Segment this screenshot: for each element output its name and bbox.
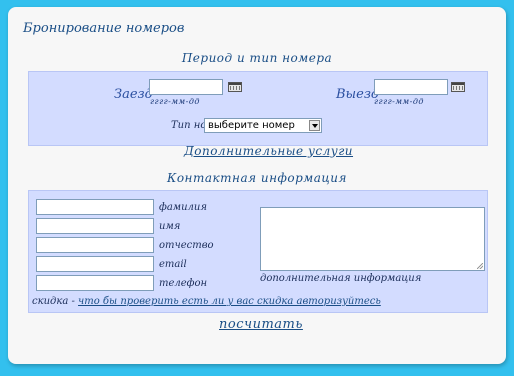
additional-info-textarea[interactable] (260, 207, 485, 271)
patronymic-field[interactable] (36, 237, 154, 253)
page-title: Бронирование номеров (23, 21, 185, 36)
discount-prefix: скидка - (32, 296, 75, 307)
checkout-label: Выезд (336, 87, 380, 102)
room-type-value: выберите номер (208, 120, 295, 131)
checkin-label: Заезд (114, 87, 153, 102)
firstname-label: имя (159, 221, 181, 232)
extra-services-link[interactable]: Дополнительные услуги (184, 144, 353, 158)
chevron-down-icon[interactable] (309, 120, 320, 131)
email-field[interactable] (36, 256, 154, 272)
checkin-input[interactable] (149, 79, 223, 95)
calculate-link[interactable]: посчитать (219, 317, 303, 332)
room-type-select[interactable]: выберите номер (204, 118, 322, 133)
booking-card: Бронирование номеров Период и тип номера… (8, 7, 506, 364)
calendar-icon[interactable] (451, 82, 465, 92)
lastname-field[interactable] (36, 199, 154, 215)
contact-heading: Контактная информация (167, 171, 347, 185)
patronymic-label: отчество (159, 240, 214, 251)
checkin-hint: гггг-мм-дд (150, 97, 200, 106)
checkout-hint: гггг-мм-дд (374, 97, 424, 106)
discount-link[interactable]: что бы проверить есть ли у вас скидка ав… (78, 296, 381, 307)
lastname-label: фамилия (159, 202, 207, 213)
checkout-input[interactable] (374, 79, 448, 95)
email-label: email (159, 259, 187, 270)
firstname-field[interactable] (36, 218, 154, 234)
period-heading: Период и тип номера (181, 51, 333, 65)
discount-line: скидка - что бы проверить есть ли у вас … (32, 296, 381, 307)
calendar-icon[interactable] (228, 82, 242, 92)
additional-info-label: дополнительная информация (260, 273, 422, 284)
phone-field[interactable] (36, 275, 154, 291)
phone-label: телефон (159, 278, 208, 289)
